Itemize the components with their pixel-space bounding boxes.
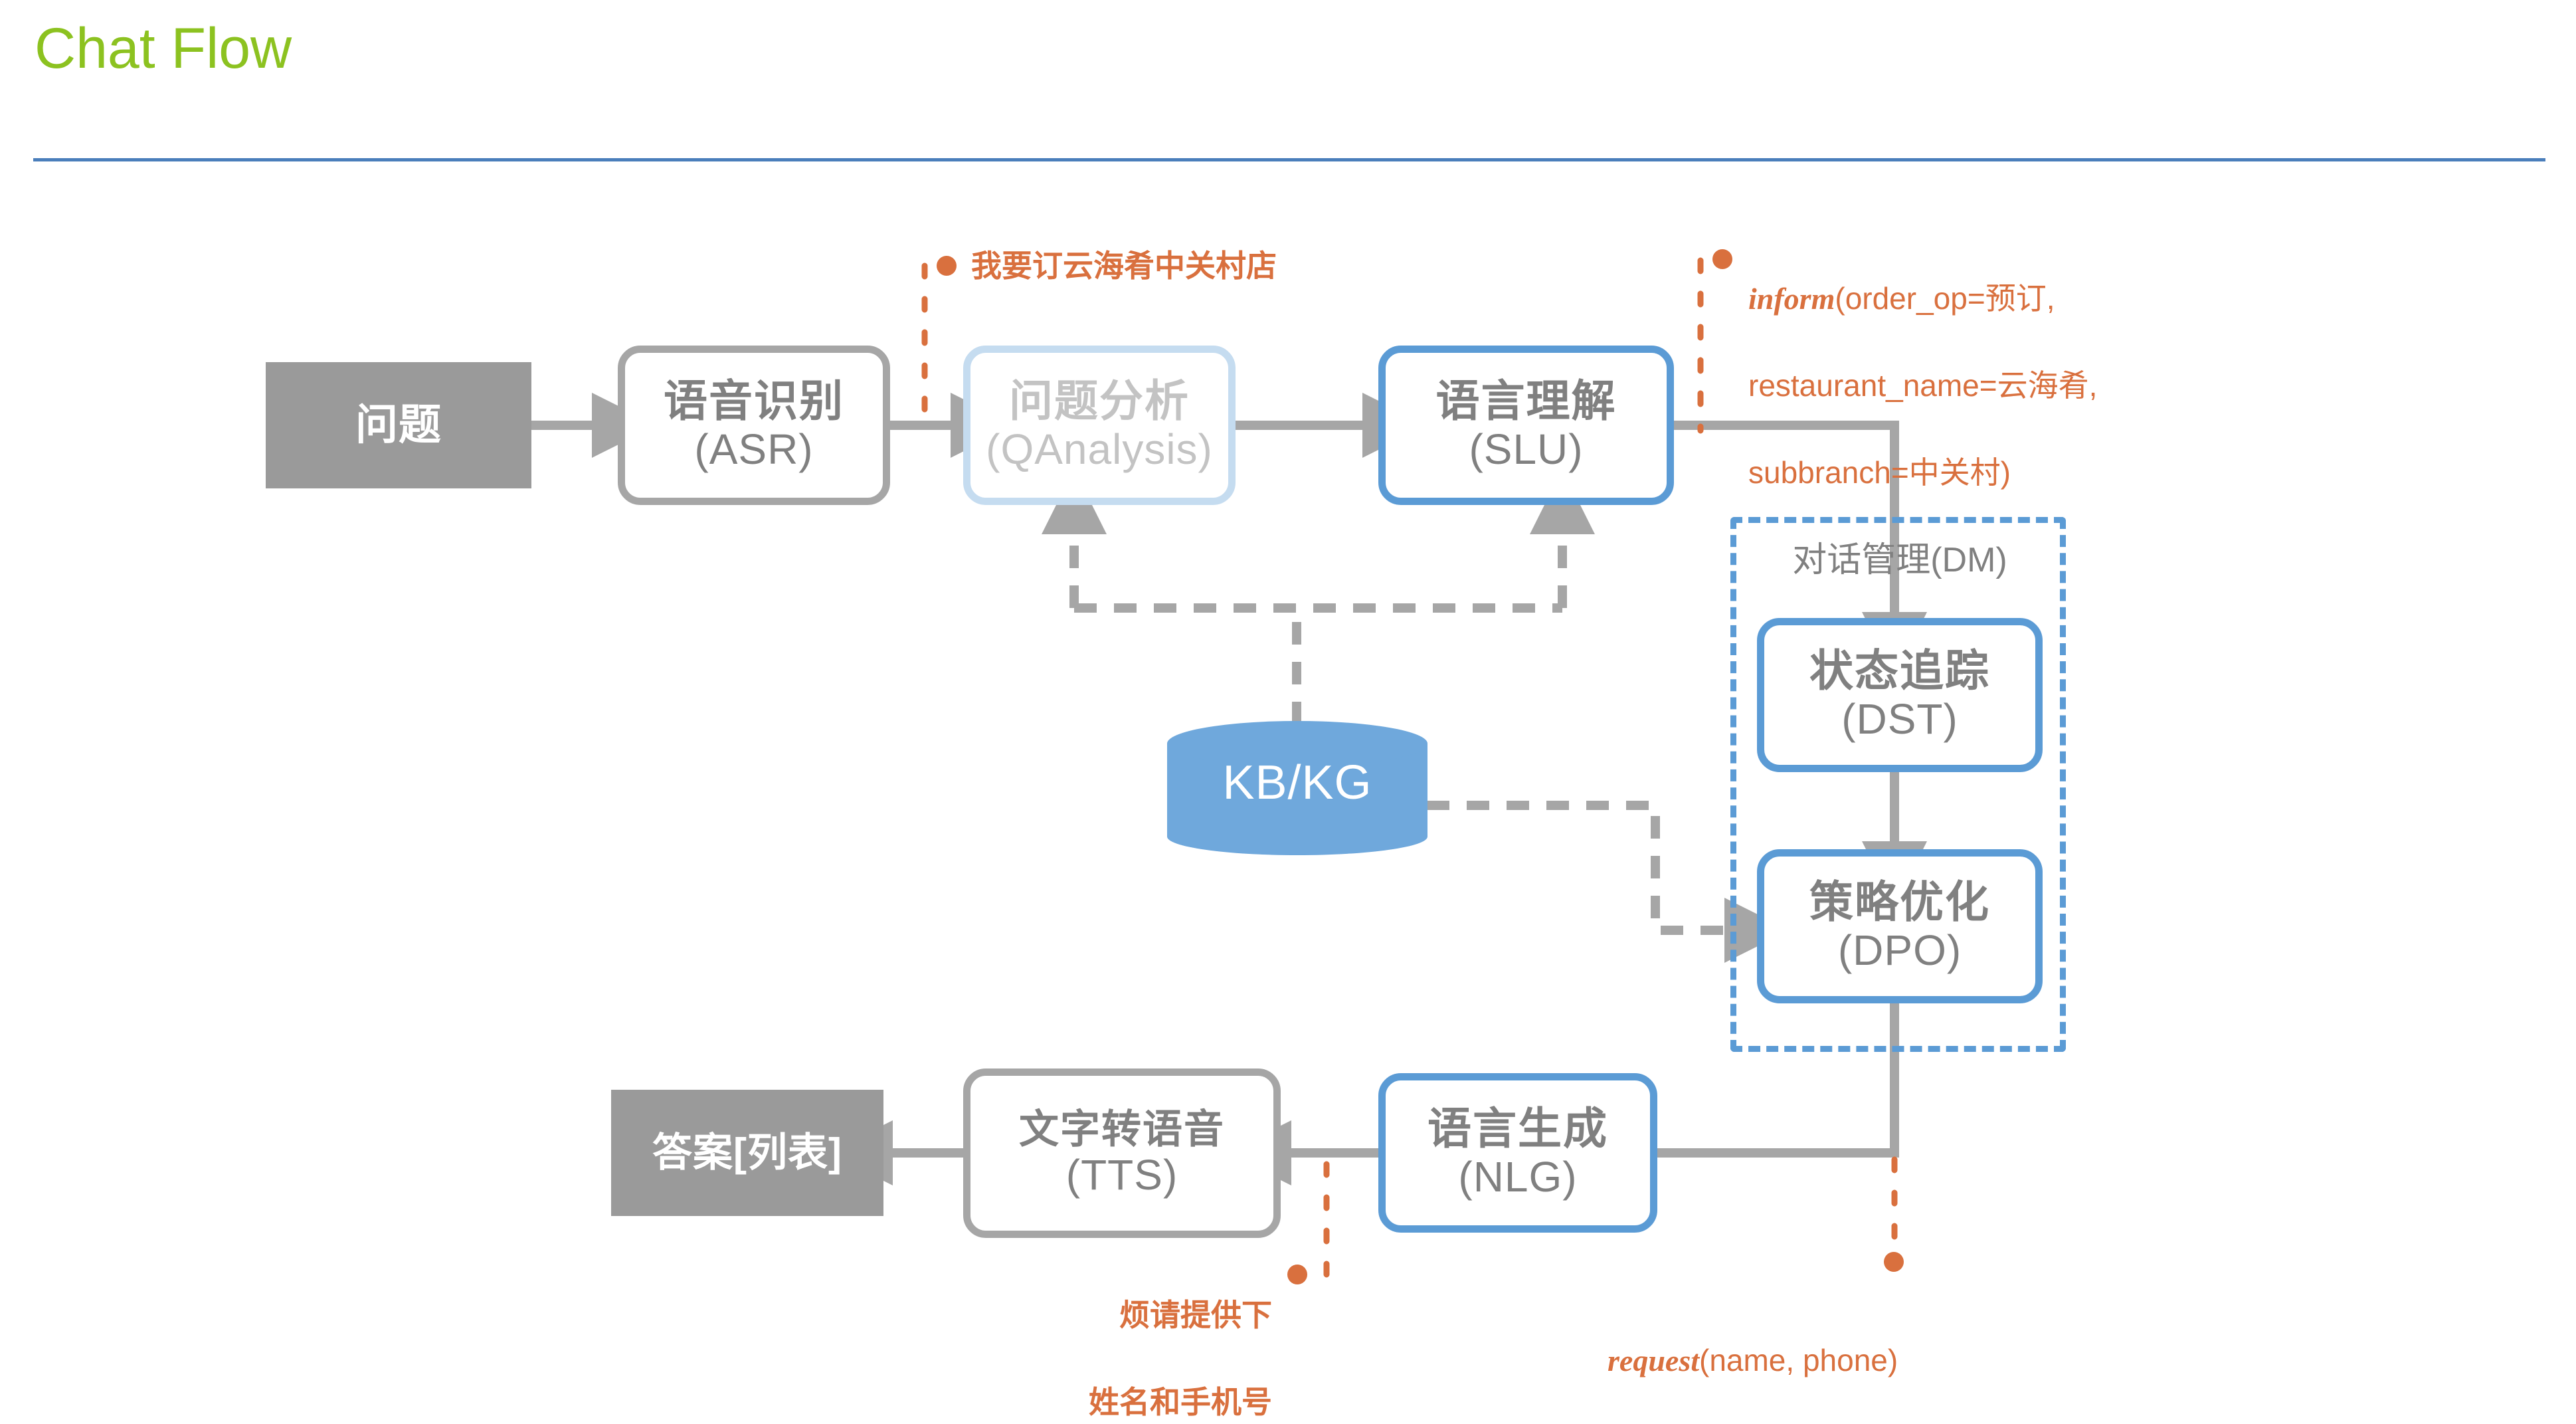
flow-connectors (531, 257, 1927, 1278)
node-asr[interactable]: 语音识别 (ASR) (618, 346, 890, 505)
node-nlg-label-en: (NLG) (1458, 1153, 1578, 1201)
node-qanalysis-label-en: (QAnalysis) (986, 425, 1213, 474)
annotation-inform-line1: (order_op=预订, (1835, 281, 2055, 316)
annotation-request-body: (name, phone) (1699, 1343, 1898, 1378)
annotation-inform-head: inform (1748, 282, 1835, 316)
node-answer[interactable]: 答案[列表] (611, 1090, 883, 1216)
node-knowledge-base[interactable]: KB/KG (1167, 721, 1427, 874)
annotation-user-utterance: 我要订云海肴中关村店 (971, 249, 1277, 283)
annotation-system-prompt: 烦请提供下 姓名和手机号 (950, 1251, 1272, 1424)
annotation-inform-act: inform(order_op=预订, restaurant_name=云海肴,… (1748, 234, 2346, 494)
node-question-label: 问题 (355, 401, 442, 449)
node-tts-label-cn: 文字转语音 (1019, 1107, 1225, 1152)
node-qanalysis-label-cn: 问题分析 (1009, 376, 1190, 426)
chat-flow-diagram: 问题 语音识别 (ASR) 问题分析 (QAnalysis) 语言理解 (SLU… (0, 0, 2576, 1419)
annotation-request-head: request (1608, 1344, 1699, 1378)
node-question[interactable]: 问题 (266, 362, 531, 488)
node-knowledge-base-label: KB/KG (1222, 756, 1372, 809)
node-tts-label-en: (TTS) (1065, 1151, 1178, 1199)
annotation-request-act: request(name, phone) (1608, 1296, 2192, 1383)
node-dst[interactable]: 状态追踪 (DST) (1757, 618, 2043, 772)
node-tts[interactable]: 文字转语音 (TTS) (963, 1068, 1281, 1238)
node-dpo[interactable]: 策略优化 (DPO) (1757, 849, 2043, 1003)
annotation-bullet-inform (1712, 249, 1732, 269)
annotation-system-prompt-line1: 烦请提供下 (1119, 1298, 1272, 1333)
annotation-bullet-system-prompt (1287, 1265, 1307, 1284)
annotation-system-prompt-line2: 姓名和手机号 (1089, 1384, 1272, 1419)
node-nlg[interactable]: 语言生成 (NLG) (1378, 1073, 1657, 1233)
node-dst-label-cn: 状态追踪 (1809, 646, 1990, 696)
node-answer-label: 答案[列表] (652, 1130, 842, 1175)
node-dpo-label-en: (DPO) (1837, 926, 1962, 975)
node-qanalysis[interactable]: 问题分析 (QAnalysis) (963, 346, 1236, 505)
annotation-inform-line3: subbranch=中关村) (1748, 455, 2011, 490)
annotation-bullet-user-utterance (937, 256, 957, 276)
group-dialog-manager-label: 对话管理(DM) (1792, 541, 2007, 579)
node-asr-label-cn: 语音识别 (664, 376, 844, 426)
node-slu-label-en: (SLU) (1469, 425, 1584, 474)
annotation-inform-line2: restaurant_name=云海肴, (1748, 367, 2098, 403)
node-dst-label-en: (DST) (1841, 695, 1958, 744)
node-dpo-label-cn: 策略优化 (1809, 877, 1990, 927)
node-nlg-label-cn: 语言生成 (1427, 1104, 1608, 1154)
node-slu[interactable]: 语言理解 (SLU) (1378, 346, 1674, 505)
node-slu-label-cn: 语言理解 (1435, 376, 1617, 426)
node-asr-label-en: (ASR) (694, 425, 814, 474)
annotation-bullet-request (1884, 1252, 1904, 1272)
